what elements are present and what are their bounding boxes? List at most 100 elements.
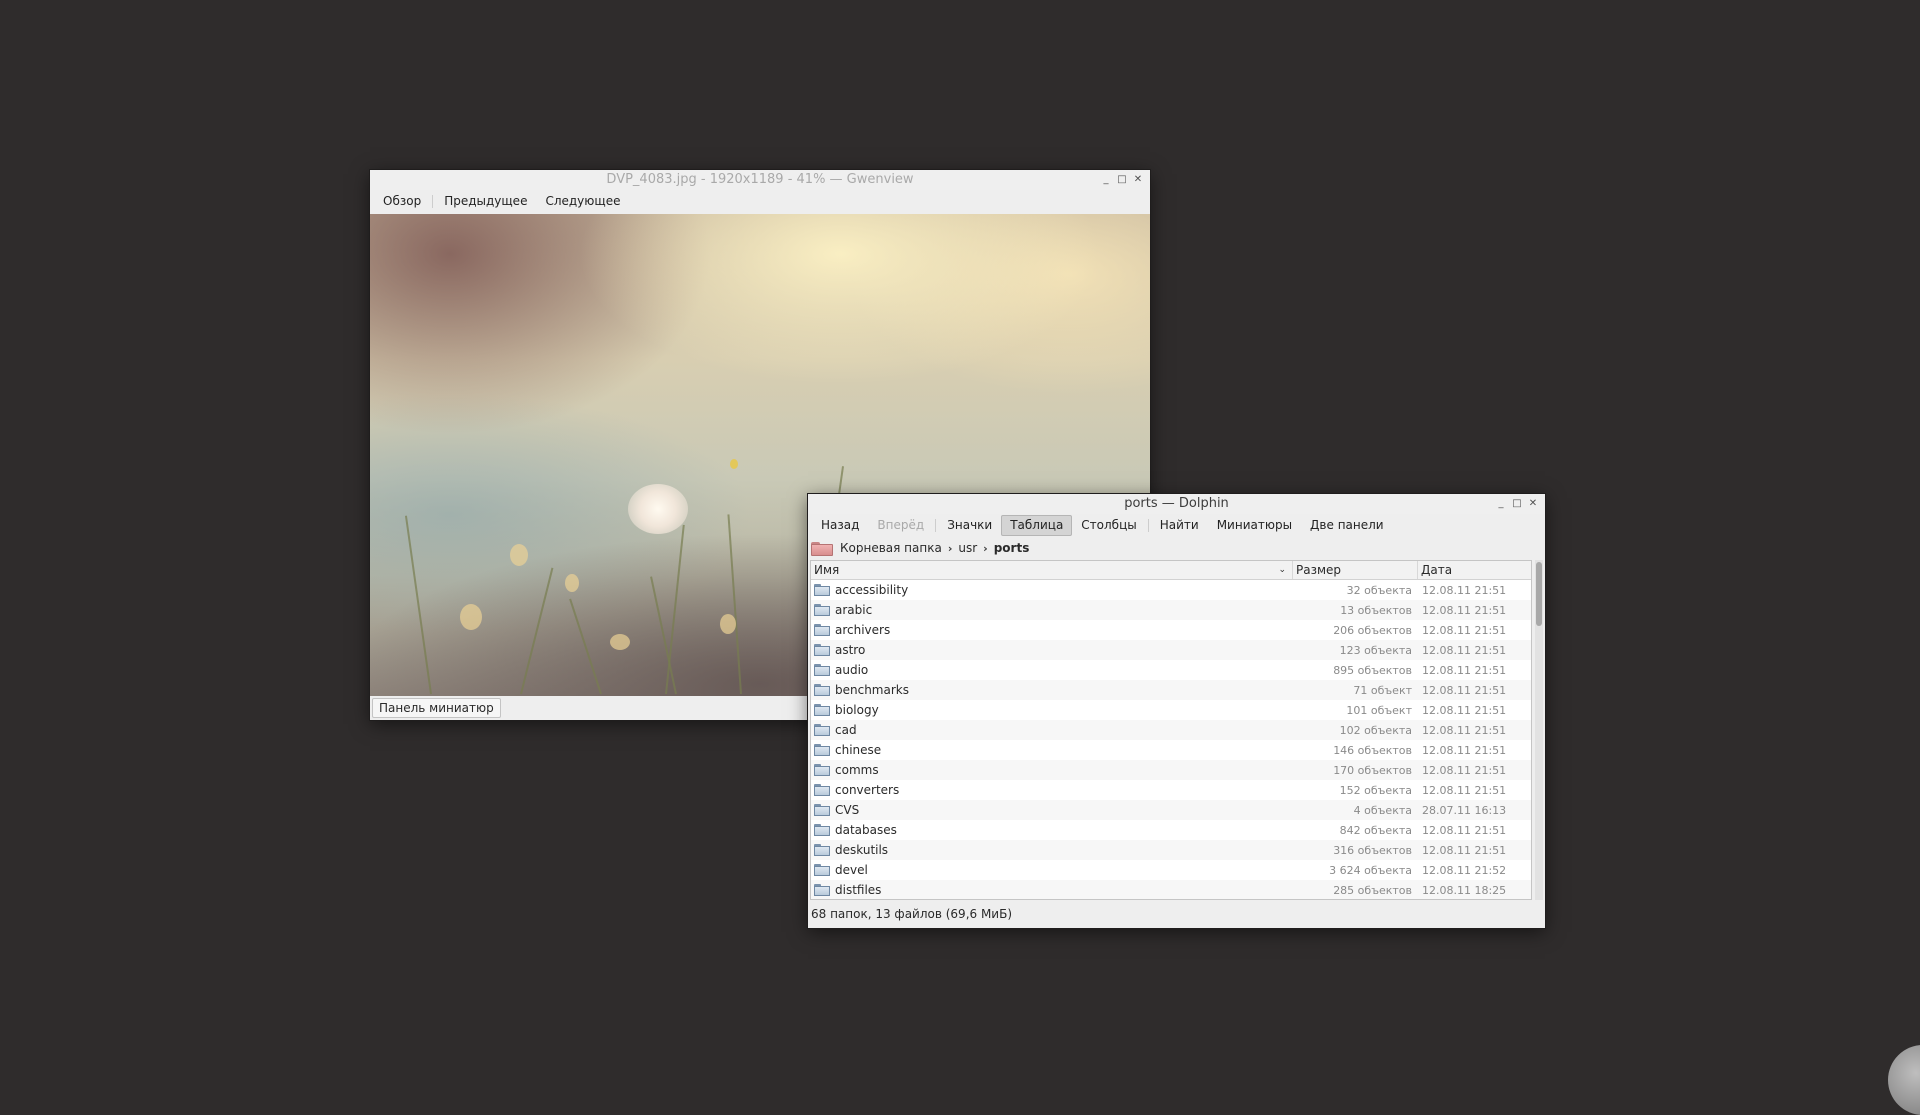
minimize-icon[interactable]: _ (1495, 494, 1507, 514)
root-folder-icon (811, 540, 833, 556)
file-size: 71 объект (1353, 683, 1412, 697)
file-list-view[interactable]: Имя ⌄ Размер Дата accessibility 32 объект… (810, 560, 1532, 900)
close-icon[interactable]: ✕ (1132, 170, 1144, 190)
table-row[interactable]: archivers 206 объектов 12.08.11 21:51 (811, 620, 1531, 640)
previous-button[interactable]: Предыдущее (435, 191, 536, 212)
file-name: comms (835, 763, 879, 777)
folder-icon (814, 724, 830, 736)
image-grass-stem (569, 598, 602, 695)
table-row[interactable]: biology 101 объект 12.08.11 21:51 (811, 700, 1531, 720)
breadcrumb-root[interactable]: Корневая папка (837, 541, 945, 555)
table-row[interactable]: arabic 13 объектов 12.08.11 21:51 (811, 600, 1531, 620)
table-row[interactable]: distfiles 285 объектов 12.08.11 18:25 (811, 880, 1531, 899)
image-flower (460, 604, 482, 630)
folder-icon (814, 824, 830, 836)
column-name-label: Имя (814, 563, 840, 577)
file-name: cad (835, 723, 857, 737)
table-row[interactable]: audio 895 объектов 12.08.11 21:51 (811, 660, 1531, 680)
table-row[interactable]: astro 123 объекта 12.08.11 21:51 (811, 640, 1531, 660)
gwenview-title: DVP_4083.jpg - 1920x1189 - 41% — Gwenvie… (606, 172, 914, 187)
folder-icon (814, 744, 830, 756)
file-name: deskutils (835, 843, 889, 857)
file-size: 285 объектов (1333, 883, 1412, 897)
table-row[interactable]: accessibility 32 объекта 12.08.11 21:51 (811, 580, 1531, 600)
scrollbar-thumb[interactable] (1536, 562, 1542, 626)
thumbnail-bar-button[interactable]: Панель миниатюр (372, 698, 501, 718)
file-name: devel (835, 863, 868, 877)
file-date: 28.07.11 16:13 (1422, 803, 1507, 817)
file-name: audio (835, 663, 869, 677)
folder-icon (814, 804, 830, 816)
file-size: 170 объектов (1333, 763, 1412, 777)
file-name-cell: archivers (811, 623, 1292, 637)
chevron-down-icon: ⌄ (1278, 565, 1286, 575)
column-name-header[interactable]: Имя ⌄ (811, 561, 1292, 579)
file-name: benchmarks (835, 683, 909, 697)
scrollbar[interactable] (1535, 560, 1543, 900)
close-icon[interactable]: ✕ (1527, 494, 1539, 514)
file-name: converters (835, 783, 900, 797)
table-row[interactable]: converters 152 объекта 12.08.11 21:51 (811, 780, 1531, 800)
maximize-icon[interactable]: □ (1116, 170, 1128, 190)
file-date: 12.08.11 21:51 (1422, 603, 1507, 617)
file-size: 4 объекта (1353, 803, 1412, 817)
columns-view-button[interactable]: Столбцы (1072, 515, 1145, 536)
file-rows: accessibility 32 объекта 12.08.11 21:51 ara… (811, 580, 1531, 899)
column-size-label: Размер (1296, 563, 1342, 577)
table-row[interactable]: cad 102 объекта 12.08.11 21:51 (811, 720, 1531, 740)
file-size: 152 объекта (1339, 783, 1412, 797)
file-name-cell: cad (811, 723, 1292, 737)
file-size: 842 объекта (1339, 823, 1412, 837)
icons-view-button[interactable]: Значки (938, 515, 1001, 536)
folder-icon (814, 584, 830, 596)
split-view-button[interactable]: Две панели (1301, 515, 1393, 536)
file-name-cell: astro (811, 643, 1292, 657)
file-name-cell: audio (811, 663, 1292, 677)
column-size-header[interactable]: Размер (1292, 561, 1417, 579)
file-size: 101 объект (1346, 703, 1412, 717)
table-row[interactable]: databases 842 объекта 12.08.11 21:51 (811, 820, 1531, 840)
table-row[interactable]: devel 3 624 объекта 12.08.11 21:52 (811, 860, 1531, 880)
forward-button[interactable]: Вперёд (868, 515, 933, 536)
folder-icon (814, 784, 830, 796)
column-date-header[interactable]: Дата (1417, 561, 1531, 579)
folder-icon (814, 704, 830, 716)
details-view-button[interactable]: Таблица (1001, 514, 1073, 536)
browse-button[interactable]: Обзор (374, 191, 430, 212)
maximize-icon[interactable]: □ (1511, 494, 1523, 514)
preview-button[interactable]: Миниатюры (1208, 515, 1301, 536)
file-size: 102 объекта (1339, 723, 1412, 737)
desktop-corner-orb[interactable] (1888, 1045, 1920, 1115)
folder-icon (814, 604, 830, 616)
table-row[interactable]: benchmarks 71 объект 12.08.11 21:51 (811, 680, 1531, 700)
file-name: biology (835, 703, 879, 717)
next-button[interactable]: Следующее (536, 191, 629, 212)
find-button[interactable]: Найти (1151, 515, 1208, 536)
image-flower (610, 634, 630, 650)
folder-icon (814, 644, 830, 656)
table-row[interactable]: CVS 4 объекта 28.07.11 16:13 (811, 800, 1531, 820)
file-name: distfiles (835, 883, 882, 897)
breadcrumb-usr[interactable]: usr (955, 541, 980, 555)
chevron-right-icon[interactable]: › (980, 542, 991, 555)
table-row[interactable]: comms 170 объектов 12.08.11 21:51 (811, 760, 1531, 780)
image-flower (510, 544, 528, 566)
toolbar-separator (432, 194, 434, 208)
file-name-cell: comms (811, 763, 1292, 777)
file-name-cell: arabic (811, 603, 1292, 617)
chevron-right-icon[interactable]: › (945, 542, 956, 555)
gwenview-titlebar[interactable]: DVP_4083.jpg - 1920x1189 - 41% — Gwenvie… (370, 170, 1150, 190)
table-row[interactable]: chinese 146 объектов 12.08.11 21:51 (811, 740, 1531, 760)
minimize-icon[interactable]: _ (1100, 170, 1112, 190)
file-date: 12.08.11 21:51 (1422, 763, 1507, 777)
image-flower (565, 574, 579, 592)
table-row[interactable]: deskutils 316 объектов 12.08.11 21:51 (811, 840, 1531, 860)
breadcrumb-current[interactable]: ports (991, 541, 1033, 555)
folder-icon (814, 664, 830, 676)
file-date: 12.08.11 21:51 (1422, 823, 1507, 837)
status-text: 68 папок, 13 файлов (69,6 МиБ) (811, 907, 1013, 921)
gwenview-window-controls: _ □ ✕ (1100, 170, 1144, 190)
back-button[interactable]: Назад (812, 515, 868, 536)
dolphin-titlebar[interactable]: ports — Dolphin _ □ ✕ (808, 494, 1545, 514)
file-name-cell: benchmarks (811, 683, 1292, 697)
